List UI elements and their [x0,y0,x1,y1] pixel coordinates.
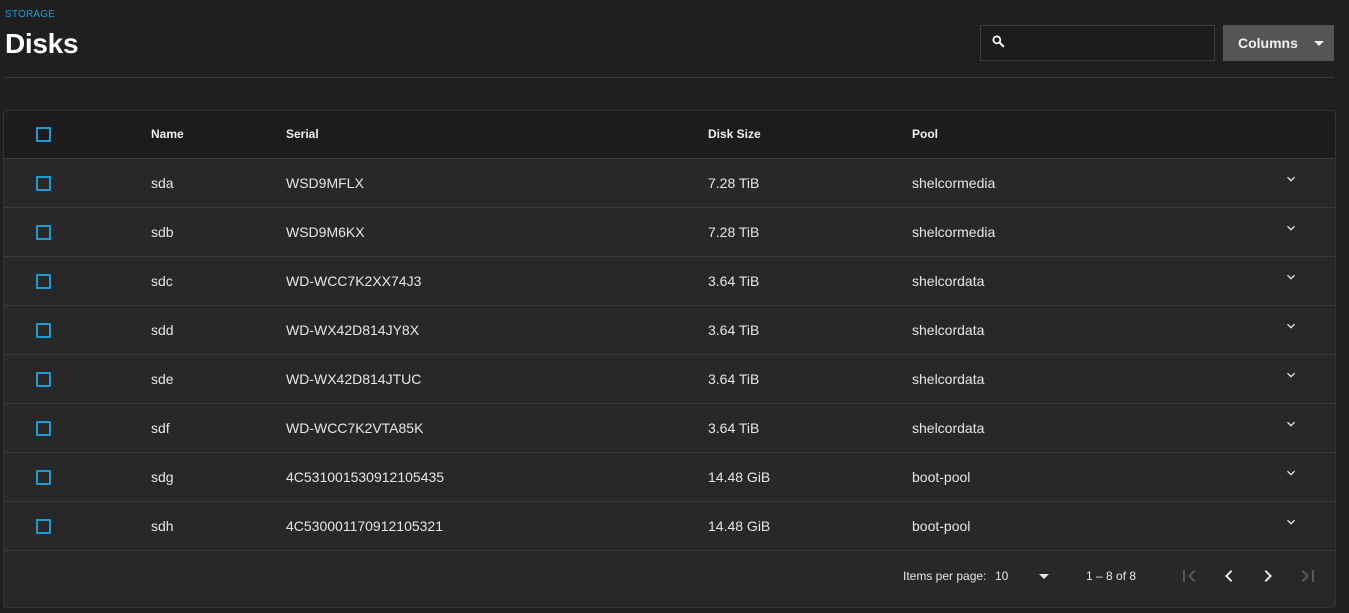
table-row[interactable]: sdd WD-WX42D814JY8X 3.64 TiB shelcordata [4,306,1335,355]
chevron-down-icon[interactable] [1283,514,1299,530]
select-all-checkbox[interactable] [36,127,51,142]
column-header-serial[interactable]: Serial [286,127,319,141]
cell-serial: WD-WX42D814JTUC [286,371,422,387]
table-row[interactable]: sdh 4C530001170912105321 14.48 GiB boot-poo… [4,502,1335,551]
cell-pool: shelcordata [912,322,985,338]
row-checkbox[interactable] [36,323,51,338]
paginator: Items per page: 10 1 – 8 of 8 [4,549,1335,607]
row-checkbox[interactable] [36,176,51,191]
prev-page-button[interactable] [1217,564,1241,588]
table-row[interactable]: sda WSD9MFLX 7.28 TiB shelcormedia [4,159,1335,208]
cell-name: sdg [151,469,174,485]
cell-disk-size: 14.48 GiB [708,469,771,485]
table-header: Name Serial Disk Size Pool [4,111,1335,159]
search-icon [991,34,1005,53]
last-page-icon [1301,570,1314,582]
chevron-down-icon[interactable] [1283,318,1299,334]
cell-serial: WD-WCC7K2VTA85K [286,420,424,436]
table-body: sda WSD9MFLX 7.28 TiB shelcormedia sdb WSD9M6… [4,159,1335,551]
table-row[interactable]: sdc WD-WCC7K2XX74J3 3.64 TiB shelcordata [4,257,1335,306]
row-checkbox[interactable] [36,372,51,387]
cell-serial: 4C530001170912105321 [286,518,444,534]
cell-disk-size: 7.28 TiB [708,175,760,191]
chevron-down-icon[interactable] [1283,220,1299,236]
cell-name: sde [151,371,174,387]
chevron-down-icon[interactable] [1283,171,1299,187]
first-page-button[interactable] [1177,564,1201,588]
cell-name: sdc [151,273,173,289]
cell-pool: shelcormedia [912,175,996,191]
prev-page-icon [1225,570,1233,582]
disks-table-card: Name Serial Disk Size Pool sda WSD9MFLX 7.… [3,110,1336,608]
cell-disk-size: 14.48 GiB [708,518,771,534]
search-box[interactable] [980,25,1215,61]
table-row[interactable]: sdb WSD9M6KX 7.28 TiB shelcormedia [4,208,1335,257]
table-row[interactable]: sde WD-WX42D814JTUC 3.64 TiB shelcordata [4,355,1335,404]
page-title: Disks [5,28,79,59]
caret-down-icon [1039,574,1049,579]
first-page-icon [1183,570,1196,582]
row-checkbox[interactable] [36,274,51,289]
cell-disk-size: 3.64 TiB [708,322,760,338]
table-row[interactable]: sdf WD-WCC7K2VTA85K 3.64 TiB shelcordata [4,404,1335,453]
cell-disk-size: 3.64 TiB [708,420,760,436]
range-label: 1 – 8 of 8 [1086,569,1137,583]
row-checkbox[interactable] [36,225,51,240]
cell-pool: boot-pool [912,469,971,485]
cell-disk-size: 3.64 TiB [708,273,760,289]
cell-disk-size: 3.64 TiB [708,371,760,387]
table-row[interactable]: sdg 4C531001530912105435 14.48 GiB boot-poo… [4,453,1335,502]
cell-disk-size: 7.28 TiB [708,224,760,240]
last-page-button[interactable] [1296,564,1320,588]
chevron-down-icon[interactable] [1283,269,1299,285]
columns-button[interactable]: Columns [1223,25,1334,61]
breadcrumb[interactable]: STORAGE [5,9,55,20]
cell-pool: shelcordata [912,420,985,436]
row-checkbox[interactable] [36,519,51,534]
items-per-page-label: Items per page: [903,569,987,583]
cell-serial: WSD9M6KX [286,224,365,240]
column-header-name[interactable]: Name [151,127,184,141]
cell-name: sda [151,175,174,191]
columns-button-label: Columns [1238,35,1298,51]
chevron-down-icon[interactable] [1283,416,1299,432]
cell-name: sdf [151,420,170,436]
cell-serial: WD-WCC7K2XX74J3 [286,273,422,289]
items-per-page-select[interactable]: 10 [995,569,1051,585]
header-divider [5,77,1334,78]
cell-name: sdb [151,224,174,240]
next-page-icon [1264,570,1272,582]
cell-pool: boot-pool [912,518,971,534]
row-checkbox[interactable] [36,421,51,436]
cell-pool: shelcordata [912,273,985,289]
cell-name: sdd [151,322,174,338]
next-page-button[interactable] [1256,564,1280,588]
caret-down-icon [1313,40,1324,46]
column-header-disk-size[interactable]: Disk Size [708,127,761,141]
cell-pool: shelcormedia [912,224,996,240]
cell-name: sdh [151,518,174,534]
cell-serial: WD-WX42D814JY8X [286,322,420,338]
chevron-down-icon[interactable] [1283,367,1299,383]
column-header-pool[interactable]: Pool [912,127,938,141]
cell-serial: WSD9MFLX [286,175,364,191]
row-checkbox[interactable] [36,470,51,485]
chevron-down-icon[interactable] [1283,465,1299,481]
cell-pool: shelcordata [912,371,985,387]
search-input[interactable] [1013,35,1203,51]
cell-serial: 4C531001530912105435 [286,469,445,485]
items-per-page-value: 10 [995,569,1009,583]
